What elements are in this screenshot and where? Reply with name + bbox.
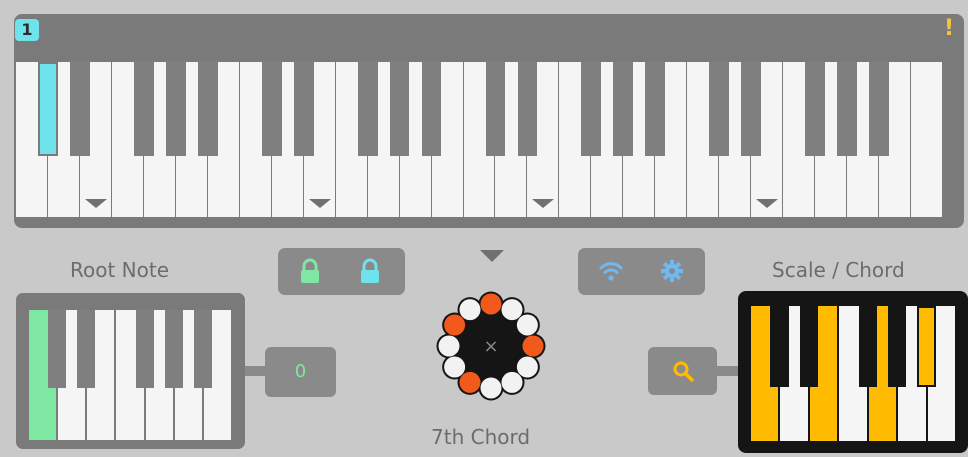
black-key[interactable]: [917, 306, 936, 387]
black-key[interactable]: [485, 62, 506, 156]
wheel-node-active[interactable]: [522, 335, 544, 357]
wheel-node[interactable]: [501, 299, 523, 321]
wheel-node[interactable]: [501, 371, 523, 393]
wheel-node-active[interactable]: [459, 371, 481, 393]
scale-connector: [715, 366, 740, 376]
black-key[interactable]: [165, 62, 186, 156]
lock-root-icon[interactable]: [298, 258, 322, 288]
top-piano-keyboard[interactable]: [16, 62, 943, 217]
wheel-node[interactable]: [516, 356, 538, 378]
wheel-node-active[interactable]: [444, 314, 466, 336]
track-number-badge[interactable]: 1: [15, 19, 39, 41]
search-icon: [673, 361, 694, 382]
octave-marker-icon: [308, 199, 331, 208]
black-key[interactable]: [164, 310, 183, 388]
warning-icon[interactable]: !: [944, 16, 954, 41]
black-key[interactable]: [888, 306, 907, 387]
black-key[interactable]: [197, 62, 218, 156]
black-key[interactable]: [741, 62, 762, 156]
wheel-node[interactable]: [480, 377, 502, 399]
black-key[interactable]: [517, 62, 538, 156]
lock-scale-icon[interactable]: [358, 258, 382, 288]
black-key[interactable]: [357, 62, 378, 156]
black-key[interactable]: [133, 62, 154, 156]
black-key[interactable]: [48, 310, 67, 388]
black-key[interactable]: [770, 306, 789, 387]
chord-dropdown-icon[interactable]: [480, 250, 504, 262]
black-key[interactable]: [645, 62, 666, 156]
scale-chord-label: Scale / Chord: [772, 258, 905, 282]
black-key[interactable]: [805, 62, 826, 156]
black-key[interactable]: [869, 62, 889, 156]
black-key[interactable]: [837, 62, 857, 156]
octave-marker-icon: [756, 199, 779, 208]
black-key[interactable]: [581, 62, 602, 156]
root-note-label: Root Note: [70, 258, 170, 282]
black-key[interactable]: [193, 310, 212, 388]
black-key[interactable]: [858, 306, 877, 387]
wheel-node[interactable]: [444, 356, 466, 378]
black-key[interactable]: [293, 62, 314, 156]
wheel-node-active[interactable]: [480, 293, 502, 315]
chord-wheel[interactable]: ×: [435, 290, 547, 402]
octave-marker-icon: [84, 199, 107, 208]
gear-icon[interactable]: [660, 259, 684, 287]
close-icon[interactable]: ×: [483, 336, 498, 357]
black-key[interactable]: [70, 62, 90, 156]
search-button[interactable]: [648, 347, 717, 395]
black-key-highlighted[interactable]: [38, 62, 58, 156]
wheel-node[interactable]: [459, 299, 481, 321]
wifi-icon[interactable]: [598, 258, 624, 288]
wheel-node[interactable]: [438, 335, 460, 357]
black-key[interactable]: [799, 306, 818, 387]
chord-name-label: 7th Chord: [431, 425, 531, 449]
black-key[interactable]: [261, 62, 282, 156]
wheel-node[interactable]: [516, 314, 538, 336]
black-key[interactable]: [421, 62, 442, 156]
scale-chord-keyboard[interactable]: [751, 306, 957, 441]
transpose-value: 0: [294, 361, 307, 382]
black-key[interactable]: [389, 62, 410, 156]
transpose-box[interactable]: 0: [265, 347, 336, 397]
black-key[interactable]: [77, 310, 96, 388]
root-note-keyboard[interactable]: [29, 310, 233, 440]
octave-marker-icon: [532, 199, 555, 208]
black-key[interactable]: [135, 310, 154, 388]
white-key[interactable]: [911, 62, 943, 217]
black-key[interactable]: [709, 62, 730, 156]
black-key[interactable]: [613, 62, 634, 156]
